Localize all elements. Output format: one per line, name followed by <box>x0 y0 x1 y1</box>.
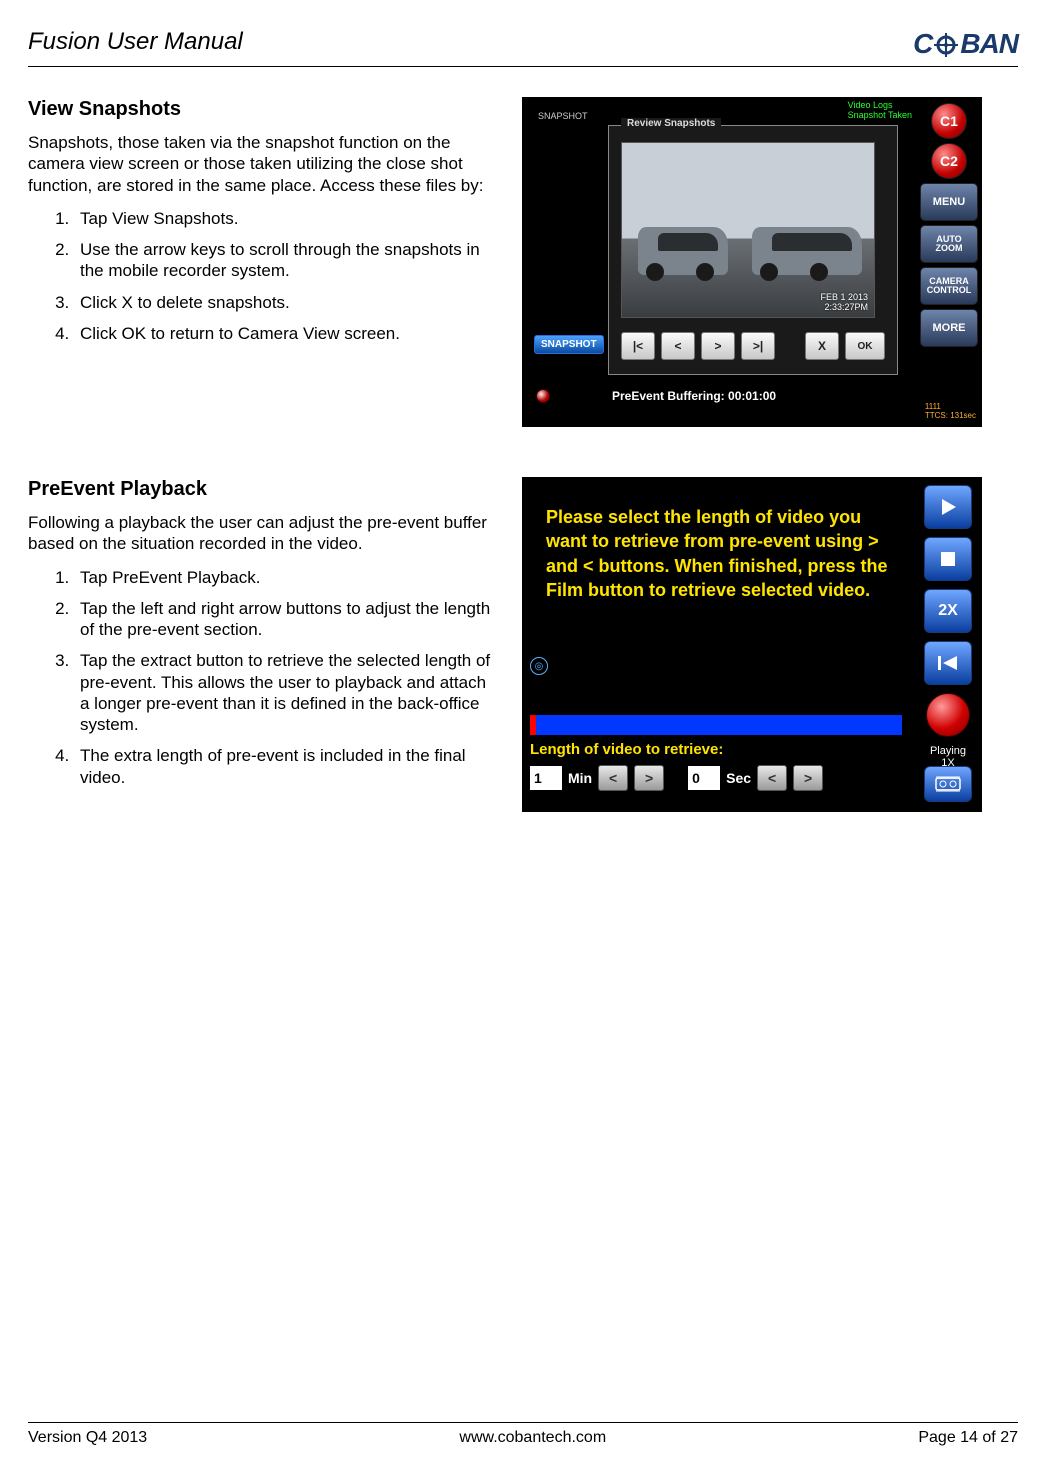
record-button[interactable] <box>926 693 970 737</box>
doc-title: Fusion User Manual <box>28 28 243 56</box>
step: The extra length of pre-event is include… <box>74 745 498 788</box>
brand-logo: C BAN <box>913 28 1018 60</box>
intro-view-snapshots: Snapshots, those taken via the snapshot … <box>28 132 498 196</box>
seconds-input[interactable]: 0 <box>688 766 720 790</box>
sec-decrease-button[interactable]: < <box>757 765 787 791</box>
target-icon: ◎ <box>530 657 548 675</box>
sec-increase-button[interactable]: > <box>793 765 823 791</box>
next-button[interactable]: > <box>701 332 735 360</box>
minutes-unit: Min <box>568 770 592 786</box>
autozoom-button[interactable]: AUTO ZOOM <box>920 225 978 263</box>
retrieve-label: Length of video to retrieve: <box>530 741 723 758</box>
footer-page: Page 14 of 27 <box>918 1429 1018 1447</box>
preevent-buffer-label: PreEvent Buffering: 00:01:00 <box>612 389 776 403</box>
playback-toolbar: 2X Playing 1X <box>920 485 976 769</box>
thumb-time: 2:33:27PM <box>820 303 868 313</box>
prev-button[interactable]: < <box>661 332 695 360</box>
step: Tap the extract button to retrieve the s… <box>74 650 498 735</box>
heading-view-snapshots: View Snapshots <box>28 97 498 122</box>
steps-preevent: Tap PreEvent Playback. Tap the left and … <box>28 567 498 788</box>
progress-bar[interactable] <box>530 715 902 735</box>
record-indicator-icon <box>536 389 550 403</box>
footer-version: Version Q4 2013 <box>28 1429 147 1447</box>
ok-button[interactable]: OK <box>845 332 885 360</box>
brand-text-c: C <box>913 28 932 60</box>
step: Tap View Snapshots. <box>74 208 498 229</box>
snapshot-button[interactable]: SNAPSHOT <box>534 335 604 354</box>
status-labels: Video Logs Snapshot Taken <box>848 101 912 121</box>
more-button[interactable]: MORE <box>920 309 978 347</box>
step: Use the arrow keys to scroll through the… <box>74 239 498 282</box>
intro-preevent: Following a playback the user can adjust… <box>28 512 498 555</box>
camera1-button[interactable]: C1 <box>931 103 967 139</box>
corner-status: 1111 TTCS: 131sec <box>925 403 976 421</box>
page-header: Fusion User Manual C BAN <box>28 28 1018 67</box>
review-snapshots-panel: Review Snapshots FEB 1 2013 2:33:27PM |<… <box>608 125 898 375</box>
page-footer: Version Q4 2013 www.cobantech.com Page 1… <box>28 1422 1018 1447</box>
snapshot-indicator: SNAPSHOT <box>538 111 568 131</box>
progress-handle[interactable] <box>530 715 536 735</box>
instruction-message: Please select the length of video you wa… <box>546 505 892 602</box>
rewind-button[interactable] <box>924 641 972 685</box>
crosshair-icon <box>934 32 958 56</box>
footer-url: www.cobantech.com <box>459 1429 606 1447</box>
last-button[interactable]: >| <box>741 332 775 360</box>
speed-button[interactable]: 2X <box>924 589 972 633</box>
camera-control-button[interactable]: CAMERA CONTROL <box>920 267 978 305</box>
panel-title: Review Snapshots <box>621 118 721 129</box>
min-decrease-button[interactable]: < <box>598 765 628 791</box>
play-button[interactable] <box>924 485 972 529</box>
first-button[interactable]: |< <box>621 332 655 360</box>
side-toolbar: C1 C2 MENU AUTO ZOOM CAMERA CONTROL MORE <box>920 103 978 347</box>
retrieve-controls: 1 Min < > 0 Sec < > <box>530 765 823 791</box>
steps-view-snapshots: Tap View Snapshots. Use the arrow keys t… <box>28 208 498 344</box>
film-extract-button[interactable] <box>924 766 972 802</box>
screenshot-preevent-playback: Please select the length of video you wa… <box>522 477 982 812</box>
screenshot-review-snapshots: Video Logs Snapshot Taken SNAPSHOT SNAPS… <box>522 97 982 427</box>
menu-button[interactable]: MENU <box>920 183 978 221</box>
minutes-input[interactable]: 1 <box>530 766 562 790</box>
step: Tap PreEvent Playback. <box>74 567 498 588</box>
brand-text-ban: BAN <box>960 28 1018 60</box>
stop-button[interactable] <box>924 537 972 581</box>
snapshot-thumbnail: FEB 1 2013 2:33:27PM <box>621 142 875 318</box>
step: Tap the left and right arrow buttons to … <box>74 598 498 641</box>
min-increase-button[interactable]: > <box>634 765 664 791</box>
step: Click X to delete snapshots. <box>74 292 498 313</box>
camera2-button[interactable]: C2 <box>931 143 967 179</box>
delete-button[interactable]: X <box>805 332 839 360</box>
heading-preevent: PreEvent Playback <box>28 477 498 502</box>
section-view-snapshots: View Snapshots Snapshots, those taken vi… <box>28 97 1018 427</box>
seconds-unit: Sec <box>726 770 751 786</box>
step: Click OK to return to Camera View screen… <box>74 323 498 344</box>
section-preevent-playback: PreEvent Playback Following a playback t… <box>28 477 1018 812</box>
